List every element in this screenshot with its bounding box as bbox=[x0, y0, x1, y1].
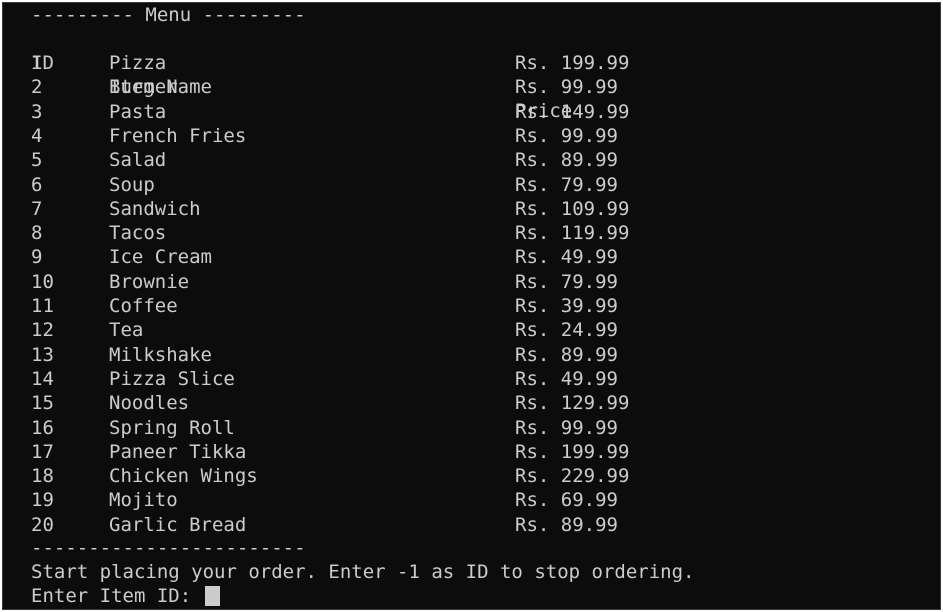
item-price: Rs. 79.99 bbox=[515, 174, 618, 196]
item-id: 5 bbox=[31, 149, 43, 171]
item-name: Brownie bbox=[109, 271, 190, 293]
item-price: Rs. 99.99 bbox=[515, 125, 618, 147]
item-id: 9 bbox=[31, 246, 43, 268]
item-name: Chicken Wings bbox=[109, 465, 258, 487]
item-price: Rs. 49.99 bbox=[515, 246, 618, 268]
item-id: 6 bbox=[31, 174, 43, 196]
item-name: Pizza Slice bbox=[109, 368, 235, 390]
item-name: Soup bbox=[109, 174, 155, 196]
table-row: 19 Mojito Rs. 69.99 bbox=[3, 488, 940, 512]
item-price: Rs. 199.99 bbox=[515, 52, 630, 74]
item-price: Rs. 99.99 bbox=[515, 417, 618, 439]
table-row: 4 French Fries Rs. 99.99 bbox=[3, 124, 940, 148]
table-row: 1 Pizza Rs. 199.99 bbox=[3, 51, 940, 75]
item-name: Coffee bbox=[109, 295, 178, 317]
table-row: 16 Spring Roll Rs. 99.99 bbox=[3, 416, 940, 440]
table-row: 18 Chicken Wings Rs. 229.99 bbox=[3, 464, 940, 488]
item-price: Rs. 129.99 bbox=[515, 392, 630, 414]
table-row: 17 Paneer Tikka Rs. 199.99 bbox=[3, 440, 940, 464]
item-name: Sandwich bbox=[109, 198, 201, 220]
table-row: 7 Sandwich Rs. 109.99 bbox=[3, 197, 940, 221]
item-price: Rs. 149.99 bbox=[515, 101, 630, 123]
item-price: Rs. 229.99 bbox=[515, 465, 630, 487]
item-id: 11 bbox=[31, 295, 54, 317]
table-row: 8 Tacos Rs. 119.99 bbox=[3, 221, 940, 245]
item-id: 18 bbox=[31, 465, 54, 487]
item-price: Rs. 24.99 bbox=[515, 319, 618, 341]
table-row: 10 Brownie Rs. 79.99 bbox=[3, 270, 940, 294]
item-name: Pizza bbox=[109, 52, 167, 74]
item-id: 13 bbox=[31, 344, 54, 366]
column-headers: ID Item Name Price bbox=[3, 27, 940, 122]
item-price: Rs. 39.99 bbox=[515, 295, 618, 317]
instruction-text: Start placing your order. Enter -1 as ID… bbox=[31, 561, 695, 583]
item-id: 15 bbox=[31, 392, 54, 414]
item-name: Mojito bbox=[109, 489, 178, 511]
item-price: Rs. 89.99 bbox=[515, 344, 618, 366]
item-id: 20 bbox=[31, 514, 54, 536]
item-id: 14 bbox=[31, 368, 54, 390]
item-id: 8 bbox=[31, 222, 43, 244]
item-price: Rs. 99.99 bbox=[515, 76, 618, 98]
item-price: Rs. 119.99 bbox=[515, 222, 630, 244]
prompt-label: Enter Item ID: bbox=[31, 585, 203, 607]
item-name: Ice Cream bbox=[109, 246, 212, 268]
table-row: 20 Garlic Bread Rs. 89.99 bbox=[3, 513, 940, 537]
item-name: Pasta bbox=[109, 101, 167, 123]
item-id: 17 bbox=[31, 441, 54, 463]
item-id: 10 bbox=[31, 271, 54, 293]
table-row: 15 Noodles Rs. 129.99 bbox=[3, 391, 940, 415]
table-row: 11 Coffee Rs. 39.99 bbox=[3, 294, 940, 318]
item-id: 19 bbox=[31, 489, 54, 511]
item-id: 16 bbox=[31, 417, 54, 439]
item-price: Rs. 89.99 bbox=[515, 149, 618, 171]
item-name: French Fries bbox=[109, 125, 247, 147]
item-id: 1 bbox=[31, 52, 43, 74]
item-price: Rs. 89.99 bbox=[515, 514, 618, 536]
item-id: 7 bbox=[31, 198, 43, 220]
table-row: 12 Tea Rs. 24.99 bbox=[3, 318, 940, 342]
item-name: Milkshake bbox=[109, 344, 212, 366]
item-price: Rs. 199.99 bbox=[515, 441, 630, 463]
item-price: Rs. 49.99 bbox=[515, 368, 618, 390]
item-name: Tacos bbox=[109, 222, 167, 244]
table-row: 5 Salad Rs. 89.99 bbox=[3, 148, 940, 172]
table-row: 14 Pizza Slice Rs. 49.99 bbox=[3, 367, 940, 391]
item-id: 3 bbox=[31, 101, 43, 123]
table-row: 2 Burger Rs. 99.99 bbox=[3, 75, 940, 99]
item-id: 12 bbox=[31, 319, 54, 341]
table-row: 3 Pasta Rs. 149.99 bbox=[3, 100, 940, 124]
terminal-window[interactable]: --------- Menu --------- ID Item Name Pr… bbox=[2, 2, 941, 610]
item-price: Rs. 69.99 bbox=[515, 489, 618, 511]
table-row: 6 Soup Rs. 79.99 bbox=[3, 173, 940, 197]
item-name: Burger bbox=[109, 76, 178, 98]
item-name: Salad bbox=[109, 149, 167, 171]
table-row: 13 Milkshake Rs. 89.99 bbox=[3, 343, 940, 367]
menu-header: --------- Menu --------- bbox=[31, 4, 306, 26]
text-cursor[interactable] bbox=[204, 586, 220, 606]
footer-divider: ------------------------ bbox=[31, 537, 306, 559]
item-id: 4 bbox=[31, 125, 43, 147]
item-name: Paneer Tikka bbox=[109, 441, 247, 463]
input-line[interactable]: Enter Item ID: bbox=[31, 584, 220, 608]
item-price: Rs. 109.99 bbox=[515, 198, 630, 220]
item-name: Garlic Bread bbox=[109, 514, 247, 536]
item-name: Noodles bbox=[109, 392, 190, 414]
item-id: 2 bbox=[31, 76, 43, 98]
item-name: Tea bbox=[109, 319, 144, 341]
item-name: Spring Roll bbox=[109, 417, 235, 439]
item-price: Rs. 79.99 bbox=[515, 271, 618, 293]
table-row: 9 Ice Cream Rs. 49.99 bbox=[3, 245, 940, 269]
